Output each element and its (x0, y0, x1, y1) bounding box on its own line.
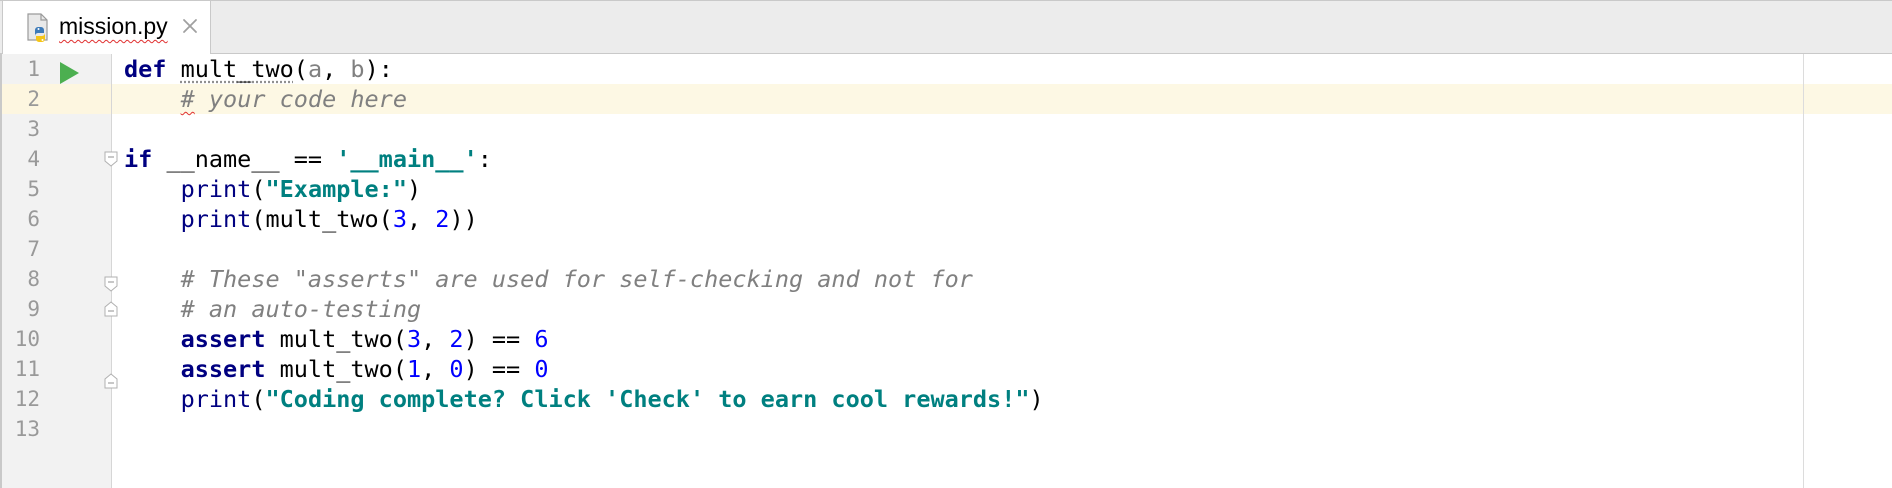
code-token: , (322, 55, 351, 83)
code-token: ( (251, 175, 266, 203)
line-number: 6 (27, 207, 40, 231)
code-line[interactable]: ​ (124, 234, 1044, 264)
code-token: def (124, 55, 167, 83)
code-token: "Example:" (265, 175, 407, 203)
code-token: 2 (435, 205, 450, 233)
line-number: 9 (27, 297, 40, 321)
code-token: ( (251, 385, 266, 413)
code-token: print (180, 385, 252, 413)
code-line[interactable]: assert mult_two(3, 2) == 6 (124, 324, 1044, 354)
code-token: , (421, 325, 450, 353)
code-token: ) (1029, 385, 1044, 413)
code-token: )) (449, 205, 478, 233)
code-token: ) (406, 175, 422, 203)
code-token: assert (180, 355, 266, 383)
code-token: 3 (392, 205, 407, 233)
run-icon[interactable] (58, 61, 80, 85)
code-line[interactable]: print("Coding complete? Click 'Check' to… (124, 384, 1044, 414)
line-number: 13 (14, 417, 40, 441)
code-token: "Coding complete? Click 'Check' to earn … (265, 385, 1030, 413)
code-token: __name__ == (152, 145, 337, 173)
code-line[interactable]: assert mult_two(1, 0) == 0 (124, 354, 1044, 384)
line-number: 11 (14, 357, 40, 381)
line-number: 3 (27, 117, 40, 141)
code-token: 2 (449, 325, 464, 353)
code-token: 3 (406, 325, 422, 353)
code-token: print (180, 205, 252, 233)
code-editor[interactable]: 1 2 3 4 5 6 7 8 9 10 11 12 13 def mult_two(a, b): # … (0, 54, 1892, 488)
line-number: 8 (27, 267, 40, 291)
code-token: : (477, 145, 492, 173)
code-token: mult_two( (265, 325, 407, 353)
code-token: ) == (463, 355, 535, 383)
code-token: # an auto-testing (180, 295, 422, 323)
code-token: if (124, 145, 153, 173)
code-token: mult_two( (265, 355, 407, 383)
line-number: 1 (27, 57, 40, 81)
code-line[interactable]: # These "asserts" are used for self-chec… (124, 264, 1044, 294)
code-token: 0 (534, 355, 549, 383)
code-token: assert (180, 325, 266, 353)
right-margin-guide (1803, 54, 1804, 488)
code-token: , (406, 205, 436, 233)
code-token: # These "asserts" are used for self-chec… (180, 265, 973, 293)
line-number: 4 (27, 147, 40, 171)
fold-marker-icon[interactable] (104, 301, 118, 317)
tab-filename: mission.py (59, 13, 168, 39)
code-token: mult_two (180, 55, 294, 83)
python-file-icon (27, 13, 48, 42)
code-area[interactable]: def mult_two(a, b): # your code here​if … (124, 54, 1044, 444)
code-token: print (180, 175, 252, 203)
fold-marker-icon[interactable] (104, 373, 118, 389)
code-token: b (350, 55, 365, 83)
code-line[interactable]: ​ (124, 414, 1044, 444)
fold-marker-icon[interactable] (104, 151, 118, 167)
code-line[interactable]: def mult_two(a, b): (124, 54, 1044, 84)
code-token: (mult_two( (251, 205, 393, 233)
fold-marker-icon[interactable] (104, 276, 118, 292)
code-token: # (180, 85, 195, 113)
code-token: ) == (463, 325, 535, 353)
code-line[interactable]: # your code here (124, 84, 1044, 114)
code-line[interactable]: # an auto-testing (124, 294, 1044, 324)
code-token: , (421, 355, 450, 383)
code-line[interactable]: print(mult_two(3, 2)) (124, 204, 1044, 234)
code-line[interactable]: if __name__ == '__main__': (124, 144, 1044, 174)
code-token: 0 (449, 355, 464, 383)
line-number: 2 (27, 87, 40, 111)
code-token: your code here (194, 85, 407, 113)
line-number: 5 (27, 177, 40, 201)
line-number: 7 (27, 237, 40, 261)
code-token: '__main__' (336, 145, 478, 173)
close-icon[interactable] (179, 15, 201, 37)
line-number: 12 (14, 387, 40, 411)
code-token: ): (364, 55, 393, 83)
code-token: 1 (406, 355, 422, 383)
line-numbers: 1 2 3 4 5 6 7 8 9 10 11 12 13 (2, 54, 40, 444)
code-line[interactable]: print("Example:") (124, 174, 1044, 204)
editor-tab-bar: mission.py (0, 0, 1892, 54)
tab-mission-py[interactable]: mission.py (2, 1, 211, 54)
code-line[interactable]: ​ (124, 114, 1044, 144)
code-token: a (307, 55, 323, 83)
code-token: 6 (534, 325, 549, 353)
code-token: ( (293, 55, 308, 83)
line-number: 10 (14, 327, 40, 351)
